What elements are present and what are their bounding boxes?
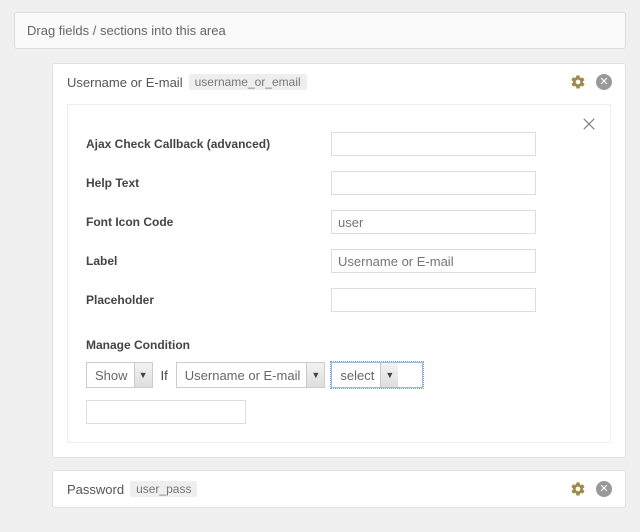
if-text: If — [159, 368, 170, 383]
dropzone[interactable]: Drag fields / sections into this area — [14, 12, 626, 49]
field-config-panel: Ajax Check Callback (advanced) Help Text… — [67, 104, 611, 443]
chevron-down-icon: ▼ — [306, 363, 324, 387]
field-slug: user_pass — [130, 481, 197, 497]
close-config-button[interactable] — [580, 115, 598, 137]
input-ajax[interactable] — [331, 132, 536, 156]
field-header[interactable]: Password user_pass ✕ — [53, 471, 625, 507]
condition-heading: Manage Condition — [86, 338, 592, 352]
input-label[interactable] — [331, 249, 536, 273]
label-font-icon: Font Icon Code — [86, 215, 331, 229]
field-title: Password — [67, 482, 124, 497]
label-label: Label — [86, 254, 331, 268]
gear-icon[interactable] — [569, 73, 587, 91]
input-placeholder[interactable] — [331, 288, 536, 312]
field-title: Username or E-mail — [67, 75, 183, 90]
chevron-down-icon: ▼ — [134, 363, 152, 387]
condition-action-select[interactable]: Show ▼ — [86, 362, 153, 388]
condition-operator-select[interactable]: select ▼ — [331, 362, 423, 388]
field-block-password: Password user_pass ✕ — [52, 470, 626, 508]
condition-row: Show ▼ If Username or E-mail ▼ select ▼ — [86, 362, 592, 388]
label-placeholder: Placeholder — [86, 293, 331, 307]
condition-field-select[interactable]: Username or E-mail ▼ — [176, 362, 326, 388]
label-help: Help Text — [86, 176, 331, 190]
field-slug: username_or_email — [189, 74, 307, 90]
chevron-down-icon: ▼ — [380, 363, 398, 387]
label-ajax: Ajax Check Callback (advanced) — [86, 137, 331, 151]
dropzone-text: Drag fields / sections into this area — [27, 23, 226, 38]
close-icon: ✕ — [596, 74, 612, 90]
field-block-username: Username or E-mail username_or_email ✕ A… — [52, 63, 626, 458]
close-icon: ✕ — [596, 481, 612, 497]
input-font-icon[interactable] — [331, 210, 536, 234]
gear-icon[interactable] — [569, 480, 587, 498]
remove-field-button[interactable]: ✕ — [595, 73, 613, 91]
input-help[interactable] — [331, 171, 536, 195]
condition-value-input[interactable] — [86, 400, 246, 424]
remove-field-button[interactable]: ✕ — [595, 480, 613, 498]
field-header[interactable]: Username or E-mail username_or_email ✕ — [53, 64, 625, 100]
